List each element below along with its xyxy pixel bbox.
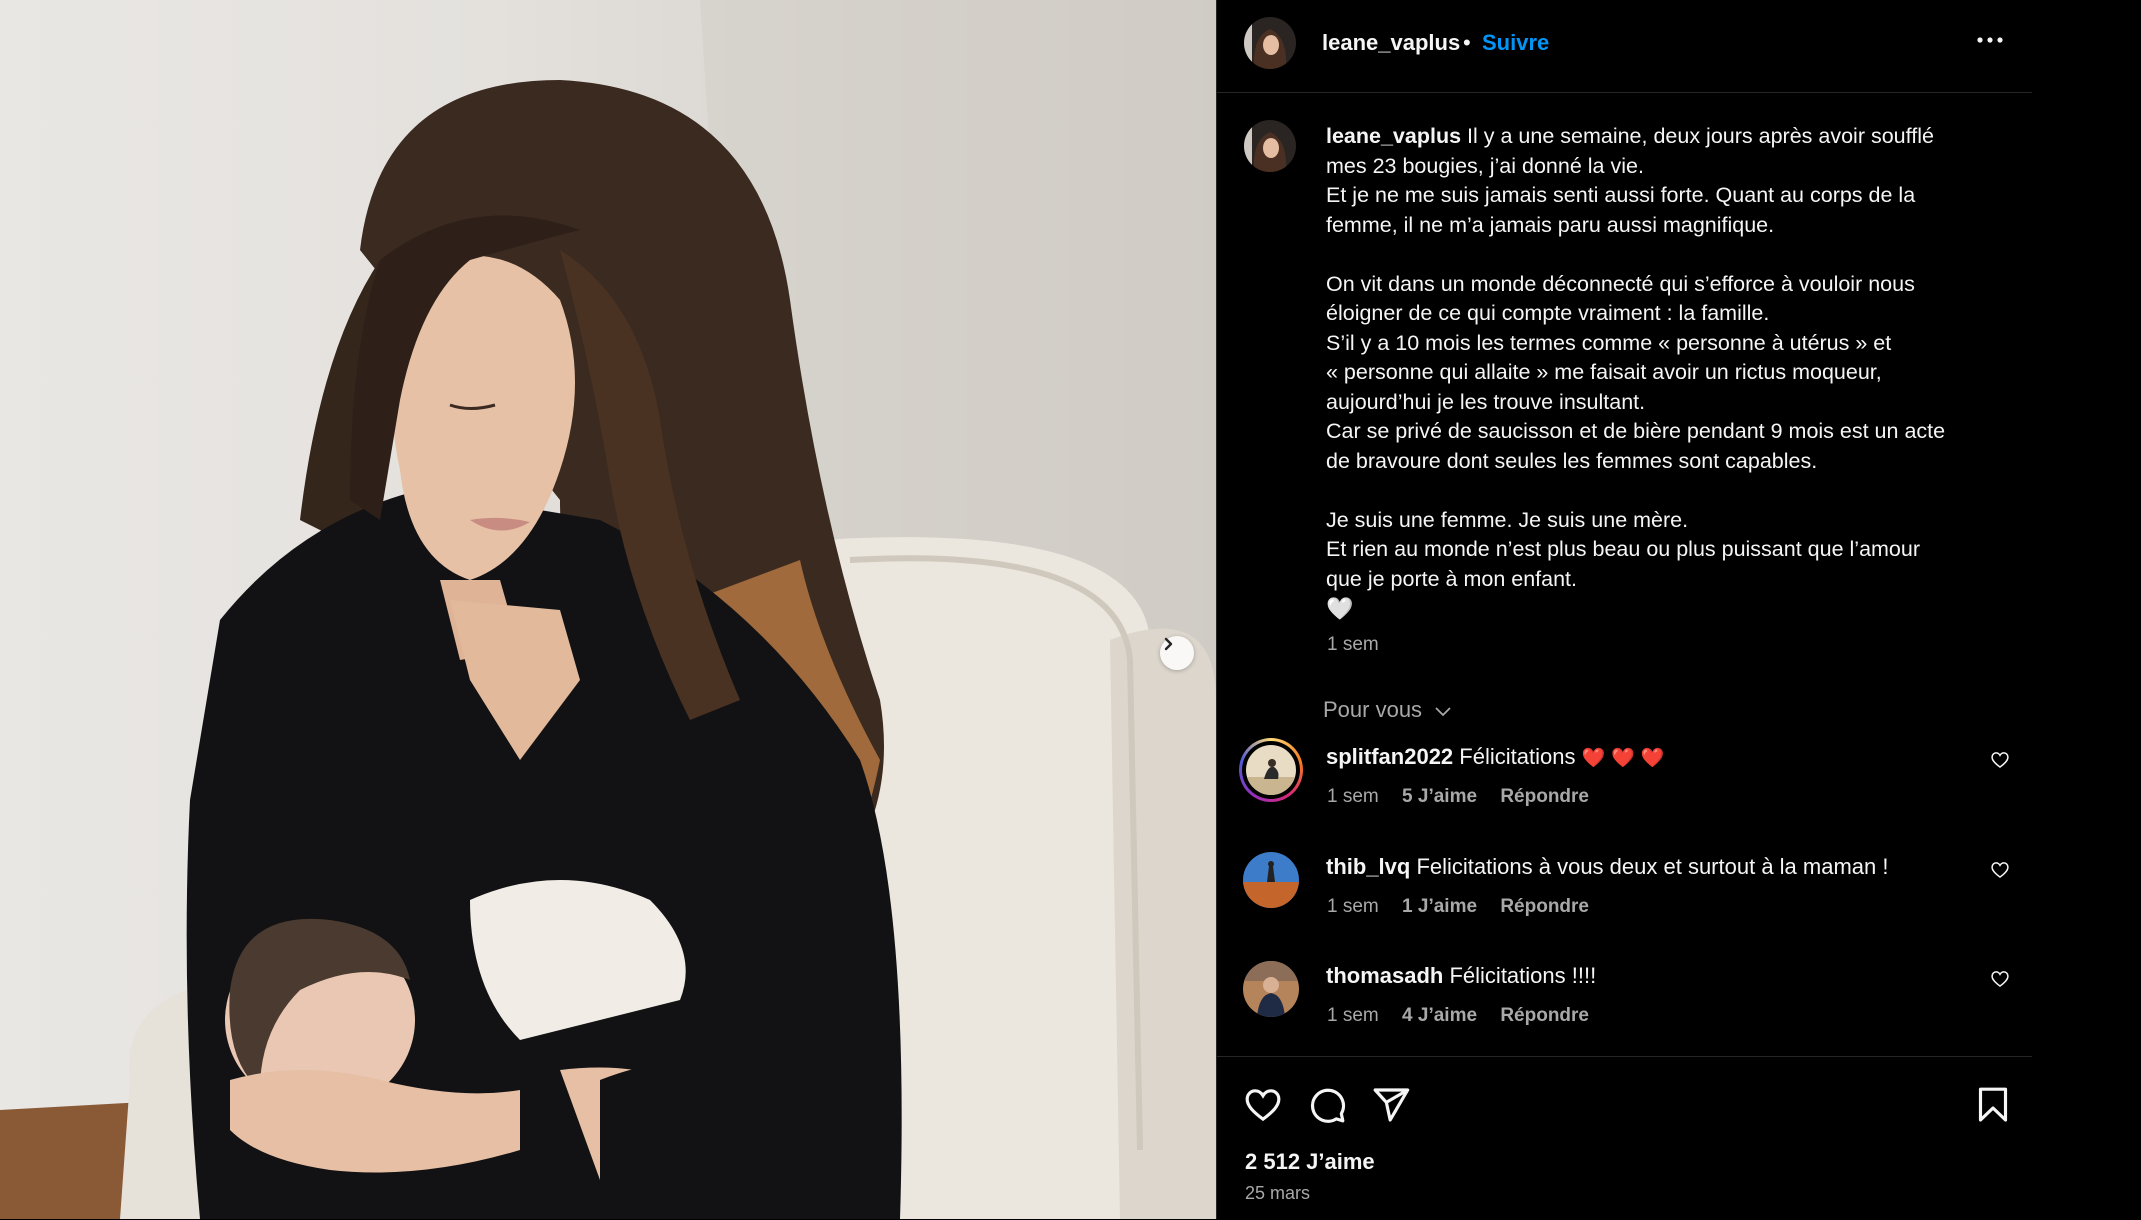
commenter-username[interactable]: thib_lvq: [1326, 854, 1410, 879]
caption-line: S’il y a 10 mois les termes comme « pers…: [1326, 330, 1892, 355]
author-username[interactable]: leane_vaplus: [1322, 30, 1460, 56]
comment-text: thomasadh Félicitations !!!!: [1326, 963, 1596, 989]
comment-meta: 1 sem 5 J’aime Répondre: [1327, 786, 1607, 808]
comment-time[interactable]: 1 sem: [1327, 896, 1379, 917]
post-header: leane_vaplus • Suivre: [1217, 0, 2033, 93]
comment-body: Felicitations à vous deux et surtout à l…: [1416, 854, 1889, 879]
follow-button[interactable]: Suivre: [1482, 30, 1549, 56]
post-photo[interactable]: [0, 0, 1216, 1219]
commenter-username[interactable]: splitfan2022: [1326, 744, 1453, 769]
comment-likes[interactable]: 5 J’aime: [1402, 786, 1477, 807]
caption-username[interactable]: leane_vaplus: [1326, 124, 1461, 148]
reply-button[interactable]: Répondre: [1500, 786, 1589, 807]
caption-line: que je porte à mon enfant.: [1326, 566, 1578, 591]
author-avatar[interactable]: [1244, 17, 1296, 69]
chevron-down-icon: [1435, 707, 1451, 717]
caption-line: Et je ne me suis jamais senti aussi fort…: [1326, 183, 1916, 207]
caption-line: « personne qui allaite » me faisait avoi…: [1326, 360, 1882, 384]
caption-line: Je suis une femme. Je suis une mère.: [1326, 507, 1689, 532]
page-margin: [2032, 0, 2141, 1219]
caption-line: On vit dans un monde déconnecté qui s’ef…: [1326, 271, 1915, 296]
comment-time[interactable]: 1 sem: [1327, 1005, 1379, 1026]
caption-line: Il y a une semaine, deux jours après avo…: [1467, 124, 1934, 148]
caption-line: de bravoure dont seules les femmes sont …: [1326, 448, 1818, 473]
comment-item: thib_lvq Felicitations à vous deux et su…: [1217, 852, 2033, 952]
separator-dot: •: [1463, 30, 1471, 55]
comments-filter-dropdown[interactable]: Pour vous: [1323, 697, 1452, 723]
comment-item: thomasadh Félicitations !!!! 1 sem 4 J’a…: [1217, 961, 2033, 1061]
bookmark-icon[interactable]: [1973, 1085, 2013, 1125]
caption-line: aujourd’hui je les trouve insultant.: [1326, 389, 1646, 414]
comment-likes[interactable]: 1 J’aime: [1402, 896, 1477, 917]
caption-line: Car se privé de saucisson et de bière pe…: [1326, 419, 1946, 443]
heart-icon[interactable]: [1990, 969, 2010, 989]
post-caption: leane_vaplus Il y a une semaine, deux jo…: [1326, 122, 2006, 624]
comment-text: thib_lvq Felicitations à vous deux et su…: [1326, 854, 1888, 880]
caption-line: mes 23 bougies, j’ai donné la vie.: [1326, 153, 1644, 178]
caption-blank-line: [1326, 476, 2006, 506]
comment-meta: 1 sem 1 J’aime Répondre: [1327, 896, 1607, 918]
post-date[interactable]: 25 mars: [1245, 1183, 1310, 1204]
reply-button[interactable]: Répondre: [1500, 1005, 1589, 1026]
caption-timestamp[interactable]: 1 sem: [1327, 634, 1379, 656]
photo-illustration: [0, 0, 1216, 1219]
comment-meta: 1 sem 4 J’aime Répondre: [1327, 1005, 1607, 1027]
caption-blank-line: [1326, 240, 2006, 270]
caption-line: éloigner de ce qui compte vraiment : la …: [1326, 301, 1770, 325]
like-heart-icon[interactable]: [1243, 1085, 1283, 1125]
caption-line: Et rien au monde n’est plus beau ou plus…: [1326, 537, 1921, 561]
commenter-avatar[interactable]: [1246, 745, 1296, 795]
reply-button[interactable]: Répondre: [1500, 896, 1589, 917]
heart-icon[interactable]: [1990, 750, 2010, 770]
comment-item: splitfan2022 Félicitations ❤️❤️❤️ 1 sem …: [1217, 738, 2033, 842]
comment-icon[interactable]: [1307, 1085, 1347, 1125]
white-heart-emoji: 🤍: [1326, 596, 1354, 621]
comments-filter-label: Pour vous: [1323, 697, 1423, 722]
post-actions: 2 512 J’aime 25 mars: [1217, 1056, 2033, 1220]
comment-time[interactable]: 1 sem: [1327, 786, 1379, 807]
commenter-avatar[interactable]: [1243, 961, 1299, 1017]
likes-count[interactable]: 2 512 J’aime: [1245, 1149, 1375, 1175]
more-horizontal-icon[interactable]: [1973, 30, 2007, 50]
heart-icon[interactable]: [1990, 860, 2010, 880]
comment-body: Félicitations: [1459, 744, 1576, 769]
chevron-right-icon: [1164, 637, 1173, 651]
red-heart-emojis: ❤️❤️❤️: [1581, 748, 1671, 769]
comment-likes[interactable]: 4 J’aime: [1402, 1005, 1477, 1026]
comment-text: splitfan2022 Félicitations ❤️❤️❤️: [1326, 744, 1671, 770]
caption-author-avatar[interactable]: [1244, 120, 1296, 172]
commenter-username[interactable]: thomasadh: [1326, 963, 1443, 988]
caption-line: femme, il ne m’a jamais paru aussi magni…: [1326, 212, 1775, 237]
paper-plane-icon[interactable]: [1371, 1085, 1411, 1125]
comment-body: Félicitations !!!!: [1449, 963, 1597, 988]
next-photo-button[interactable]: [1160, 636, 1194, 670]
commenter-avatar[interactable]: [1243, 852, 1299, 908]
post-side-panel: leane_vaplus • Suivre leane_vaplus Il y …: [1216, 0, 2033, 1219]
